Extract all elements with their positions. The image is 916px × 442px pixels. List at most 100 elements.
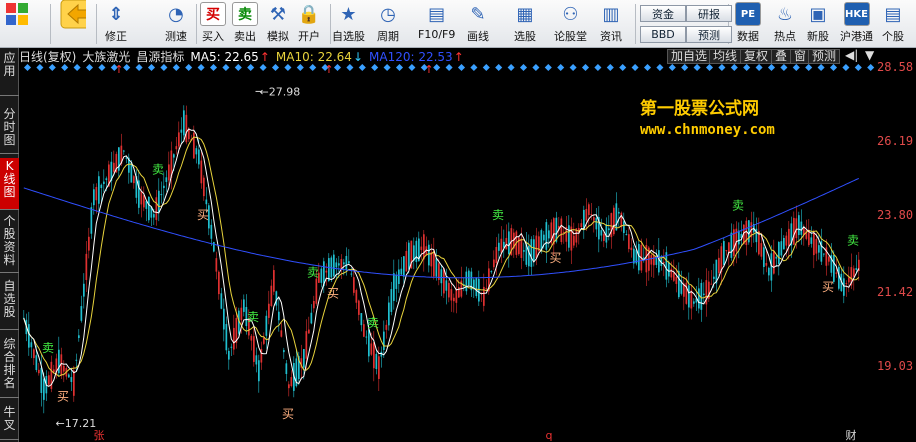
stock-name: 大族激光 <box>82 50 131 64</box>
toolbar-button-17[interactable]: ▣ 新股 <box>805 2 831 46</box>
signal-diamond-icon <box>643 64 652 72</box>
signal-diamond-icon <box>358 64 366 72</box>
candle-body <box>630 247 633 251</box>
candle-body <box>650 254 653 265</box>
candle-body <box>728 242 730 254</box>
candle-body <box>828 256 830 262</box>
candle-body <box>258 360 260 382</box>
toolbar-button-4[interactable]: 买买入 <box>200 2 226 46</box>
dropdown-icon[interactable]: ▼ <box>862 49 877 64</box>
candle-body <box>180 129 183 133</box>
toolbar-small-button-3[interactable]: 预测 <box>686 26 732 43</box>
signal-diamond-icon <box>569 64 577 72</box>
candle-body <box>255 355 258 365</box>
candle-body <box>633 248 635 264</box>
candle-body <box>810 237 813 244</box>
side-tab-3[interactable]: 个股资料 <box>0 213 19 273</box>
toolbar-button-14[interactable]: ▥ 资讯 <box>598 2 624 46</box>
candle-body <box>363 324 365 337</box>
toolbar-button-13[interactable]: ⚇ 论股堂 <box>554 2 587 46</box>
candle-body <box>813 232 815 256</box>
candle-body <box>38 369 40 374</box>
toolbar-button-8[interactable]: ★ 自选股 <box>332 2 365 46</box>
signal-diamond-icon <box>408 64 416 72</box>
candle-body <box>770 253 773 281</box>
signal-diamond-icon <box>346 64 354 72</box>
ma120-up-arrow-icon: ↑ <box>453 49 464 64</box>
candle-body <box>225 324 228 351</box>
toolbar-button-11[interactable]: ✎ 画线 <box>465 2 491 46</box>
candle-body <box>68 374 70 378</box>
candle-body <box>398 269 400 285</box>
toolbar-button-7[interactable]: 🔒 开户 <box>296 2 322 46</box>
kline-chart[interactable]: ↑ ↑ ↑卖卖卖卖卖卖卖卖买买买买买买←27.98←17.21张 q 财 <box>19 64 875 442</box>
candle-body <box>848 277 850 283</box>
candle-body <box>688 285 690 308</box>
toolbar-button-12[interactable]: ▦ 选股 <box>512 2 538 46</box>
toolbar-button-2[interactable]: ⇕ 修正 <box>103 2 129 46</box>
candle-body <box>485 288 488 290</box>
high-price-label: ←27.98 <box>260 85 301 98</box>
toolbar-button-15[interactable]: PE 数据 <box>735 2 761 46</box>
toolbar-button-1[interactable] <box>60 0 86 46</box>
candle-body <box>155 197 158 220</box>
candle-body <box>408 242 410 270</box>
chart-action-button-5[interactable]: 预测 <box>808 49 841 64</box>
candle-body <box>393 273 395 301</box>
candle-body <box>173 154 175 158</box>
buy-signal-label: 买 <box>822 280 834 294</box>
chart-window-icon: ▦ <box>516 3 534 25</box>
sell-signal-label: 卖 <box>307 266 319 280</box>
candle-body <box>95 186 98 201</box>
chart-action-button-2[interactable]: 复权 <box>740 49 773 64</box>
signal-diamond-icon <box>259 64 267 72</box>
candle-body <box>730 232 733 258</box>
toolbar-button-10[interactable]: ▤ F10/F9 <box>418 2 455 46</box>
side-tab-1[interactable]: 分时图 <box>0 106 19 154</box>
signal-diamond-icon <box>135 64 143 72</box>
candle-body <box>40 367 43 393</box>
toolbar-small-button-2[interactable]: BBD <box>640 26 686 43</box>
chart-action-button-3[interactable]: 叠 <box>771 49 792 64</box>
pe-icon: PE <box>735 2 761 26</box>
top-arrow-icon: ↑ <box>424 64 433 76</box>
toolbar-button-0[interactable] <box>4 2 30 46</box>
side-tab-2[interactable]: K线图 <box>0 158 19 210</box>
collapse-panel-icon[interactable]: ◀| <box>842 49 861 64</box>
toolbar-small-button-1[interactable]: 研报 <box>686 5 732 22</box>
signal-diamond-icon <box>160 64 168 72</box>
chart-action-button-1[interactable]: 均线 <box>709 49 742 64</box>
toolbar-button-label: 买入 <box>202 30 224 43</box>
toolbar-button-label: 自选股 <box>332 30 365 43</box>
chart-action-button-0[interactable]: 加自选 <box>667 49 712 64</box>
chart-action-button-4[interactable]: 窗 <box>790 49 811 64</box>
candle-body <box>98 176 100 204</box>
candle-body <box>710 283 713 285</box>
toolbar-button-9[interactable]: ◷ 周期 <box>375 2 401 46</box>
candle-body <box>343 262 345 265</box>
toolbar-button-3[interactable]: ◔ 测速 <box>163 2 189 46</box>
toolbar-button-16[interactable]: ♨ 热点 <box>772 2 798 46</box>
toolbar-button-label: 周期 <box>377 30 399 43</box>
signal-diamond-icon <box>123 64 131 72</box>
window-icon: ▤ <box>428 3 446 25</box>
toolbar-button-19[interactable]: ▤ 个股 <box>880 2 906 46</box>
toolbar-button-18[interactable]: HKE 沪港通 <box>840 2 873 46</box>
toolbar-button-5[interactable]: 卖卖出 <box>232 2 258 46</box>
toolbar-separator <box>330 4 331 44</box>
candle-body <box>210 224 213 239</box>
side-tab-6[interactable]: 牛叉 <box>0 404 19 440</box>
candle-body <box>223 308 225 330</box>
toolbar-button-6[interactable]: ⚒ 模拟 <box>265 2 291 46</box>
side-tab-4[interactable]: 自选股 <box>0 278 19 330</box>
side-tab-5[interactable]: 综合排名 <box>0 336 19 398</box>
signal-diamond-icon <box>197 64 205 72</box>
candle-body <box>530 239 533 267</box>
side-tab-0[interactable]: 应用 <box>0 50 19 96</box>
ma10-value: MA10: 22.64 <box>275 49 352 64</box>
candle-body <box>543 234 545 241</box>
signal-diamond-icon <box>333 64 342 72</box>
candle-body <box>855 268 858 270</box>
toolbar-small-button-0[interactable]: 资金 <box>640 5 686 22</box>
candle-body <box>310 312 313 324</box>
